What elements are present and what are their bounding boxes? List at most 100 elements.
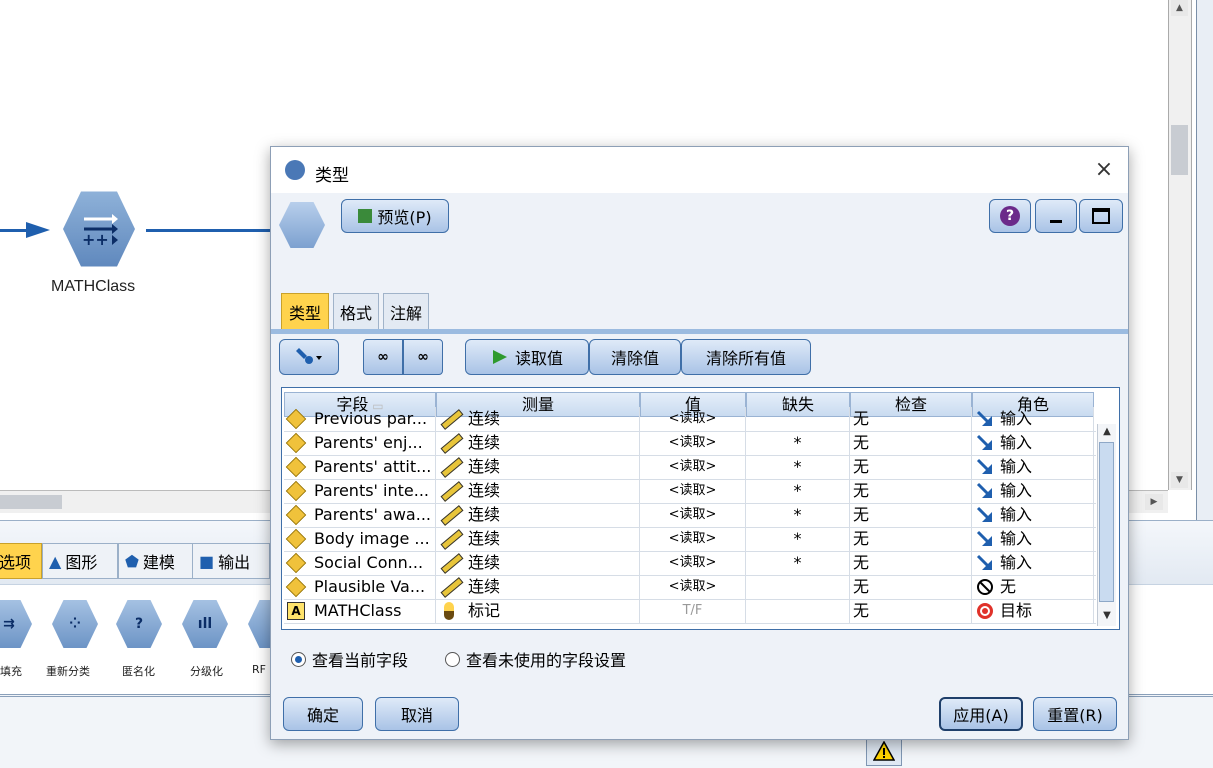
missing-cell[interactable]: * <box>746 431 850 455</box>
values-cell[interactable]: <读取> <box>640 455 746 479</box>
clear-all-values-button[interactable]: 清除所有值 <box>681 339 811 375</box>
values-cell[interactable]: <读取> <box>640 407 746 431</box>
missing-cell[interactable] <box>746 599 850 623</box>
measure-cell[interactable]: 连续 <box>436 431 640 455</box>
cancel-button[interactable]: 取消 <box>375 697 459 731</box>
table-row[interactable]: Body image ... 连续 <读取> * 无 输入 <box>284 527 1096 552</box>
tab-annotation[interactable]: 注解 <box>383 293 429 329</box>
missing-cell[interactable] <box>746 407 850 431</box>
role-cell[interactable]: 输入 <box>972 551 1094 575</box>
table-row[interactable]: Social Conn... 连续 <读取> * 无 输入 <box>284 551 1096 576</box>
measure-cell[interactable]: 连续 <box>436 527 640 551</box>
role-cell[interactable]: 输入 <box>972 407 1094 431</box>
role-cell[interactable]: 输入 <box>972 527 1094 551</box>
field-cell[interactable]: A MATHClass <box>284 599 436 623</box>
missing-cell[interactable]: * <box>746 551 850 575</box>
tab-format[interactable]: 格式 <box>333 293 379 329</box>
scroll-down-icon[interactable]: ▼ <box>1099 608 1115 624</box>
missing-cell[interactable]: * <box>746 503 850 527</box>
view-toggle-left-button[interactable]: ∞ <box>363 339 403 375</box>
preview-button[interactable]: 预览(P) <box>341 199 449 233</box>
scroll-up-icon[interactable]: ▲ <box>1099 424 1115 440</box>
check-cell[interactable]: 无 <box>850 575 972 599</box>
check-cell[interactable]: 无 <box>850 503 972 527</box>
scroll-right-icon[interactable]: ▶ <box>1145 494 1163 510</box>
radio-view-current-fields[interactable]: 查看当前字段 <box>291 647 408 671</box>
table-row[interactable]: Parents' attit... 连续 <读取> * 无 输入 <box>284 455 1096 480</box>
field-cell[interactable]: Social Conn... <box>284 551 436 575</box>
table-row[interactable]: Parents' awa... 连续 <读取> * 无 输入 <box>284 503 1096 528</box>
scroll-down-icon[interactable]: ▼ <box>1171 472 1188 488</box>
role-cell[interactable]: 输入 <box>972 431 1094 455</box>
check-cell[interactable]: 无 <box>850 527 972 551</box>
binning-node[interactable]: ıll <box>182 600 228 648</box>
role-cell[interactable]: 输入 <box>972 503 1094 527</box>
measure-cell[interactable]: 连续 <box>436 479 640 503</box>
role-cell[interactable]: 无 <box>972 575 1094 599</box>
field-cell[interactable]: Parents' inte... <box>284 479 436 503</box>
missing-cell[interactable] <box>746 575 850 599</box>
canvas-vertical-scrollbar[interactable]: ▲ ▼ <box>1168 0 1192 490</box>
check-cell[interactable]: 无 <box>850 407 972 431</box>
close-icon[interactable]: × <box>1091 157 1117 183</box>
clear-values-button[interactable]: 清除值 <box>589 339 681 375</box>
missing-cell[interactable]: * <box>746 479 850 503</box>
field-cell[interactable]: Parents' attit... <box>284 455 436 479</box>
missing-cell[interactable]: * <box>746 455 850 479</box>
field-cell[interactable]: Previous par... <box>284 407 436 431</box>
view-toggle-right-button[interactable]: ∞ <box>403 339 443 375</box>
scroll-up-icon[interactable]: ▲ <box>1171 0 1188 16</box>
table-row[interactable]: Parents' enj... 连续 <读取> * 无 输入 <box>284 431 1096 456</box>
palette-tab-graphs[interactable]: ▲ 图形 <box>42 543 118 579</box>
palette-tab-output[interactable]: ■ 输出 <box>192 543 270 579</box>
values-cell[interactable]: <读取> <box>640 503 746 527</box>
measure-cell[interactable]: 标记 <box>436 599 640 623</box>
field-cell[interactable]: Parents' enj... <box>284 431 436 455</box>
reset-button[interactable]: 重置(R) <box>1033 697 1117 731</box>
type-node[interactable]: ++ <box>63 191 135 267</box>
scrollbar-thumb[interactable] <box>1099 442 1114 602</box>
table-row[interactable]: Plausible Va... 连续 <读取> 无 无 <box>284 575 1096 600</box>
filler-node[interactable]: ⇉ <box>0 600 32 648</box>
table-row[interactable]: A MATHClass 标记 T/F 无 目标 <box>284 599 1096 624</box>
measure-cell[interactable]: 连续 <box>436 503 640 527</box>
dialog-titlebar[interactable]: 类型 × <box>271 147 1128 193</box>
check-cell[interactable]: 无 <box>850 599 972 623</box>
values-cell[interactable]: <读取> <box>640 527 746 551</box>
role-cell[interactable]: 输入 <box>972 455 1094 479</box>
values-cell[interactable]: <读取> <box>640 431 746 455</box>
field-cell[interactable]: Body image ... <box>284 527 436 551</box>
measure-cell[interactable]: 连续 <box>436 407 640 431</box>
check-cell[interactable]: 无 <box>850 551 972 575</box>
field-cell[interactable]: Plausible Va... <box>284 575 436 599</box>
values-cell[interactable]: <读取> <box>640 551 746 575</box>
values-cell[interactable]: <读取> <box>640 479 746 503</box>
table-row[interactable]: Previous par... 连续 <读取> 无 输入 <box>284 407 1096 432</box>
role-cell[interactable]: 目标 <box>972 599 1094 623</box>
scrollbar-thumb[interactable] <box>1171 125 1188 175</box>
missing-cell[interactable]: * <box>746 527 850 551</box>
table-vertical-scrollbar[interactable]: ▲ ▼ <box>1097 424 1116 626</box>
help-button[interactable]: ? <box>989 199 1031 233</box>
role-cell[interactable]: 输入 <box>972 479 1094 503</box>
radio-dot[interactable] <box>291 651 306 667</box>
minimize-button[interactable] <box>1035 199 1077 233</box>
values-cell[interactable]: T/F <box>640 599 746 623</box>
table-row[interactable]: Parents' inte... 连续 <读取> * 无 输入 <box>284 479 1096 504</box>
field-cell[interactable]: Parents' awa... <box>284 503 436 527</box>
check-cell[interactable]: 无 <box>850 455 972 479</box>
read-values-button[interactable]: 读取值 <box>465 339 589 375</box>
palette-tab-options[interactable]: 选项 <box>0 543 42 579</box>
measure-cell[interactable]: 连续 <box>436 455 640 479</box>
radio-view-unused-field-settings[interactable]: 查看未使用的字段设置 <box>445 647 626 671</box>
tab-type[interactable]: 类型 <box>281 293 329 329</box>
warning-button[interactable] <box>866 736 902 766</box>
radio-dot[interactable] <box>445 651 460 667</box>
check-cell[interactable]: 无 <box>850 479 972 503</box>
measure-cell[interactable]: 连续 <box>436 551 640 575</box>
maximize-button[interactable] <box>1079 199 1123 233</box>
ok-button[interactable]: 确定 <box>283 697 363 731</box>
tools-dropdown-button[interactable] <box>279 339 339 375</box>
values-cell[interactable]: <读取> <box>640 575 746 599</box>
palette-tab-modeling[interactable]: ⬟ 建模 <box>118 543 198 579</box>
